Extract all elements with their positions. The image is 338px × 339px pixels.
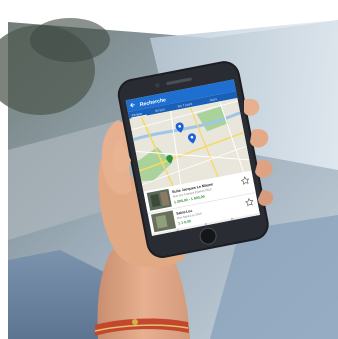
photo-scene: Recherche Ce jour du jour les 7 jours Jo… [0,0,338,339]
